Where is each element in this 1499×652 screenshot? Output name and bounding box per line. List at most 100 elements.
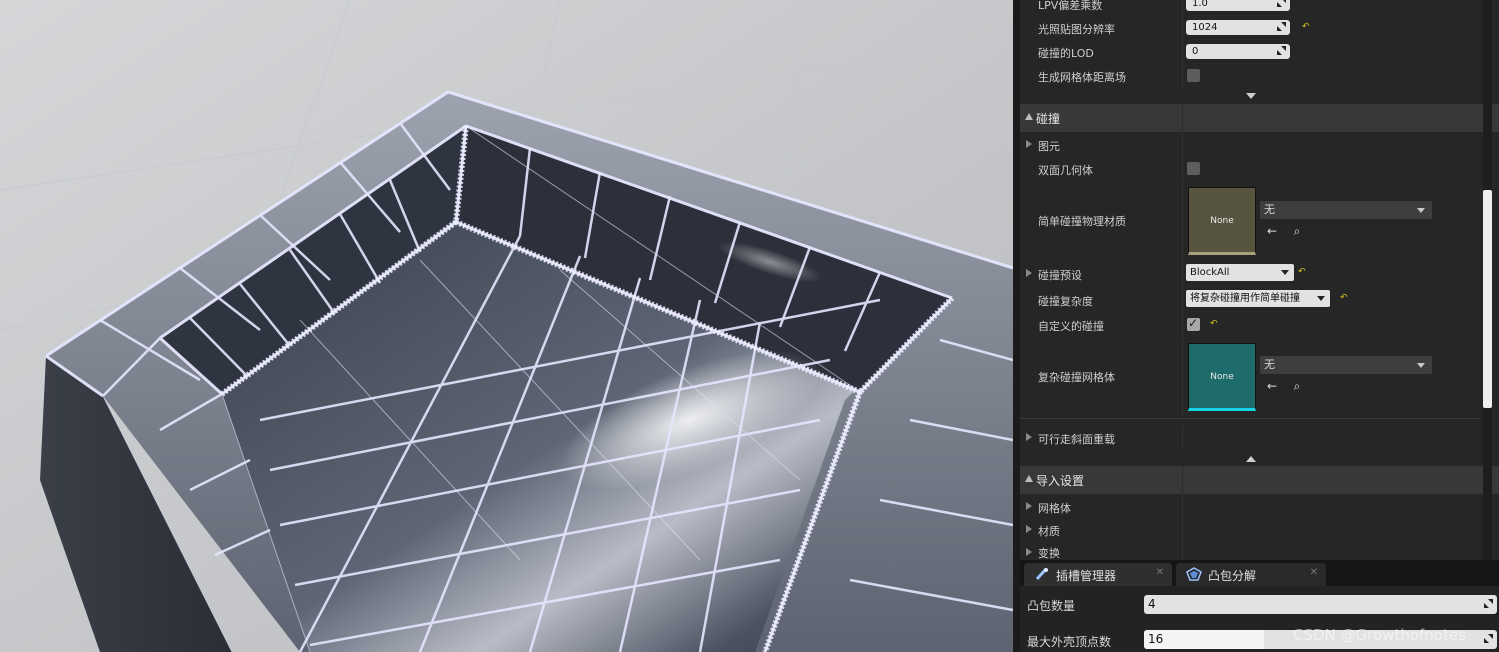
expand-arrow-icon[interactable]	[1026, 548, 1032, 556]
lightmap-input[interactable]: 1024	[1186, 20, 1290, 35]
reset-default-icon[interactable]: ↶	[1210, 320, 1218, 329]
hull-count-input[interactable]: 4	[1144, 595, 1497, 614]
details-scrollbar[interactable]	[1483, 0, 1492, 560]
primitives-row[interactable]: 图元	[1020, 132, 1480, 156]
lpv-value: 1.0	[1192, 0, 1208, 9]
simple-material-label: 简单碰撞物理材质	[1038, 215, 1126, 228]
category-collision[interactable]: 碰撞	[1020, 104, 1499, 132]
simple-material-thumbnail[interactable]: None	[1188, 187, 1256, 255]
expand-arrow-icon[interactable]	[1026, 502, 1032, 510]
collision-lod-input[interactable]: 0	[1186, 44, 1290, 59]
double-sided-row: 双面几何体	[1020, 156, 1480, 180]
import-material-row[interactable]: 材质	[1020, 517, 1480, 540]
import-transform-row[interactable]: 变换	[1020, 540, 1480, 560]
lightmap-value: 1024	[1192, 22, 1218, 33]
customized-collision-label: 自定义的碰撞	[1038, 320, 1104, 333]
browse-search-icon[interactable]: ⌕	[1290, 224, 1304, 238]
expand-arrow-icon[interactable]	[1026, 433, 1032, 441]
scrollbar-thumb[interactable]	[1483, 190, 1492, 408]
lightmap-row: 光照贴图分辨率 1024 ↶	[1020, 16, 1480, 40]
collision-complexity-row: 碰撞复杂度 将复杂碰撞用作简单碰撞 ↶	[1020, 286, 1480, 312]
complex-mesh-picker[interactable]: 无	[1260, 356, 1432, 374]
primitives-label: 图元	[1038, 140, 1060, 153]
walkable-slope-row[interactable]: 可行走斜面重载	[1020, 425, 1480, 449]
collision-complexity-dropdown[interactable]: 将复杂碰撞用作简单碰撞	[1186, 290, 1330, 307]
walkable-slope-label: 可行走斜面重载	[1038, 433, 1115, 446]
max-verts-value: 16	[1148, 632, 1164, 646]
simple-material-picker[interactable]: 无	[1260, 201, 1432, 219]
complex-mesh-label: 复杂碰撞网格体	[1038, 371, 1115, 384]
collision-lod-label: 碰撞的LOD	[1038, 47, 1094, 60]
drag-grip-icon[interactable]	[1484, 634, 1493, 643]
dropdown-value: 将复杂碰撞用作简单碰撞	[1190, 293, 1300, 304]
close-icon[interactable]: ✕	[1310, 567, 1318, 578]
tab-convex-label: 凸包分解	[1208, 569, 1257, 583]
collapse-arrow-icon	[1025, 475, 1033, 482]
expand-arrow-icon[interactable]	[1026, 269, 1032, 277]
complex-mesh-thumbnail[interactable]: None	[1188, 343, 1256, 411]
reset-default-icon[interactable]: ↶	[1340, 294, 1348, 303]
divider	[1020, 418, 1480, 419]
details-panel: LPV偏差乘数 1.0 光照贴图分辨率 1024 ↶ 碰撞的LOD 0 生成网格…	[1020, 0, 1499, 560]
socket-manager-icon	[1035, 567, 1048, 581]
dropdown-arrow-icon	[1281, 270, 1289, 275]
use-selected-arrow-icon[interactable]: ←	[1265, 224, 1279, 238]
use-selected-arrow-icon[interactable]: ←	[1265, 379, 1279, 393]
reset-default-icon[interactable]: ↶	[1302, 23, 1310, 32]
asset-value: 无	[1264, 203, 1275, 216]
hull-count-label: 凸包数量	[1027, 599, 1076, 613]
collision-preset-label: 碰撞预设	[1038, 269, 1082, 282]
category-import-title: 导入设置	[1036, 474, 1085, 488]
customized-collision-row: 自定义的碰撞 ↶	[1020, 312, 1480, 336]
tab-convex-decomposition[interactable]: 凸包分解 ✕	[1176, 563, 1326, 586]
thumbnail-label: None	[1210, 372, 1234, 382]
category-import-settings[interactable]: 导入设置	[1020, 466, 1499, 494]
mesh-wireframe-view	[0, 0, 1013, 652]
panel-splitter[interactable]	[1013, 0, 1020, 652]
dropdown-arrow-icon	[1317, 296, 1325, 301]
import-transform-label: 变换	[1038, 547, 1060, 560]
customized-collision-checkbox[interactable]	[1187, 316, 1200, 331]
collision-complexity-label: 碰撞复杂度	[1038, 295, 1093, 308]
collision-lod-value: 0	[1192, 46, 1199, 57]
drag-grip-icon[interactable]	[1277, 22, 1286, 31]
3d-viewport[interactable]	[0, 0, 1013, 652]
close-icon[interactable]: ✕	[1156, 567, 1164, 578]
distance-field-label: 生成网格体距离场	[1038, 71, 1126, 84]
browse-search-icon[interactable]: ⌕	[1290, 379, 1304, 393]
dropdown-value: BlockAll	[1190, 267, 1230, 278]
import-mesh-row[interactable]: 网格体	[1020, 494, 1480, 517]
complex-mesh-row: 复杂碰撞网格体 None 无 ← ⌕	[1020, 338, 1480, 416]
hull-count-value: 4	[1148, 597, 1156, 611]
asset-value: 无	[1264, 358, 1275, 371]
expand-arrow-icon[interactable]	[1026, 140, 1032, 148]
drag-grip-icon[interactable]	[1484, 599, 1493, 608]
collision-preset-dropdown[interactable]: BlockAll	[1186, 264, 1294, 281]
double-sided-checkbox[interactable]	[1187, 162, 1200, 175]
collision-lod-row: 碰撞的LOD 0	[1020, 40, 1480, 64]
convex-decomposition-icon	[1186, 567, 1202, 581]
lpv-row: LPV偏差乘数 1.0	[1020, 0, 1480, 16]
drag-grip-icon[interactable]	[1277, 0, 1286, 7]
chevron-down-icon	[1246, 93, 1256, 99]
tab-socket-manager-label: 插槽管理器	[1056, 569, 1117, 583]
chevron-up-icon	[1246, 456, 1256, 462]
thumbnail-label: None	[1210, 216, 1234, 226]
import-material-label: 材质	[1038, 525, 1060, 538]
collapse-arrow-icon	[1025, 113, 1033, 120]
dropdown-arrow-icon	[1417, 363, 1425, 368]
expand-arrow-icon[interactable]	[1026, 525, 1032, 533]
advanced-expand-button[interactable]	[1020, 91, 1480, 101]
max-verts-label: 最大外壳顶点数	[1027, 635, 1112, 649]
tab-socket-manager[interactable]: 插槽管理器 ✕	[1024, 563, 1172, 586]
lpv-input[interactable]: 1.0	[1186, 0, 1290, 11]
drag-grip-icon[interactable]	[1277, 46, 1286, 55]
collision-preset-row: 碰撞预设 BlockAll ↶	[1020, 260, 1480, 286]
distance-field-checkbox[interactable]	[1187, 69, 1200, 82]
category-collision-title: 碰撞	[1036, 112, 1061, 126]
reset-default-icon[interactable]: ↶	[1298, 268, 1306, 277]
simple-material-row: 简单碰撞物理材质 None 无 ← ⌕	[1020, 182, 1480, 260]
dropdown-arrow-icon	[1417, 208, 1425, 213]
advanced-collapse-button[interactable]	[1020, 454, 1480, 464]
lpv-label: LPV偏差乘数	[1038, 0, 1103, 12]
